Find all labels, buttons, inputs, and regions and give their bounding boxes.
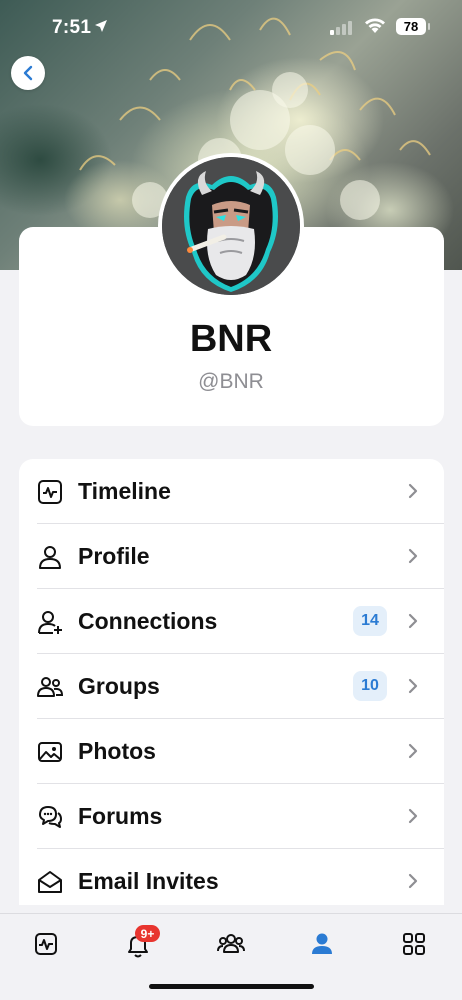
menu-label: Timeline [78,478,171,504]
user-plus-icon [37,609,63,635]
envelope-open-icon [37,869,63,895]
menu-item-forums[interactable]: Forums [19,784,444,849]
menu-label: Connections [78,608,218,634]
menu-item-connections[interactable]: Connections 14 [19,589,444,654]
menu-label: Groups [78,673,160,699]
chat-bubbles-icon [37,804,63,830]
chevron-right-icon [408,548,418,569]
menu-item-timeline[interactable]: Timeline [19,459,444,524]
chevron-right-icon [408,808,418,829]
battery-indicator: 78 [396,18,430,35]
menu-item-photos[interactable]: Photos [19,719,444,784]
activity-icon [37,479,63,505]
menu-label: Photos [78,738,156,764]
grid-icon [403,933,425,955]
notifications-badge: 9+ [135,925,160,942]
chevron-left-icon [23,65,33,81]
profile-menu: Timeline Profile Connections 14 Groups 1… [19,459,444,905]
user-icon [37,544,63,570]
count-badge: 10 [353,671,387,701]
avatar-illustration [162,157,300,295]
tab-more[interactable] [401,931,429,959]
chevron-right-icon [408,743,418,764]
chevron-right-icon [408,483,418,504]
home-indicator [149,984,314,989]
menu-item-groups[interactable]: Groups 10 [19,654,444,719]
location-arrow-icon [94,19,108,38]
menu-label: Email Invites [78,868,219,894]
chevron-right-icon [408,678,418,699]
users-icon [217,934,245,953]
status-bar: 7:51 78 [0,0,462,54]
status-time: 7:51 [52,17,92,38]
avatar[interactable] [158,153,304,299]
tab-groups[interactable] [217,931,245,959]
menu-item-profile[interactable]: Profile [19,524,444,589]
menu-label: Profile [78,543,150,569]
users-icon [37,674,64,700]
activity-icon [35,933,57,955]
chevron-right-icon [408,613,418,634]
tab-activity[interactable] [33,931,61,959]
user-icon [312,933,332,954]
menu-label: Forums [78,803,163,829]
photo-icon [37,739,63,765]
back-button[interactable] [11,56,45,90]
menu-item-email-invites[interactable]: Email Invites [19,849,444,905]
profile-name: BNR [189,318,273,360]
profile-handle: @BNR [198,370,264,393]
count-badge: 14 [353,606,387,636]
tab-profile[interactable] [309,931,337,959]
wifi-icon [364,18,386,39]
chevron-right-icon [408,873,418,894]
cellular-signal-icon [330,21,352,35]
